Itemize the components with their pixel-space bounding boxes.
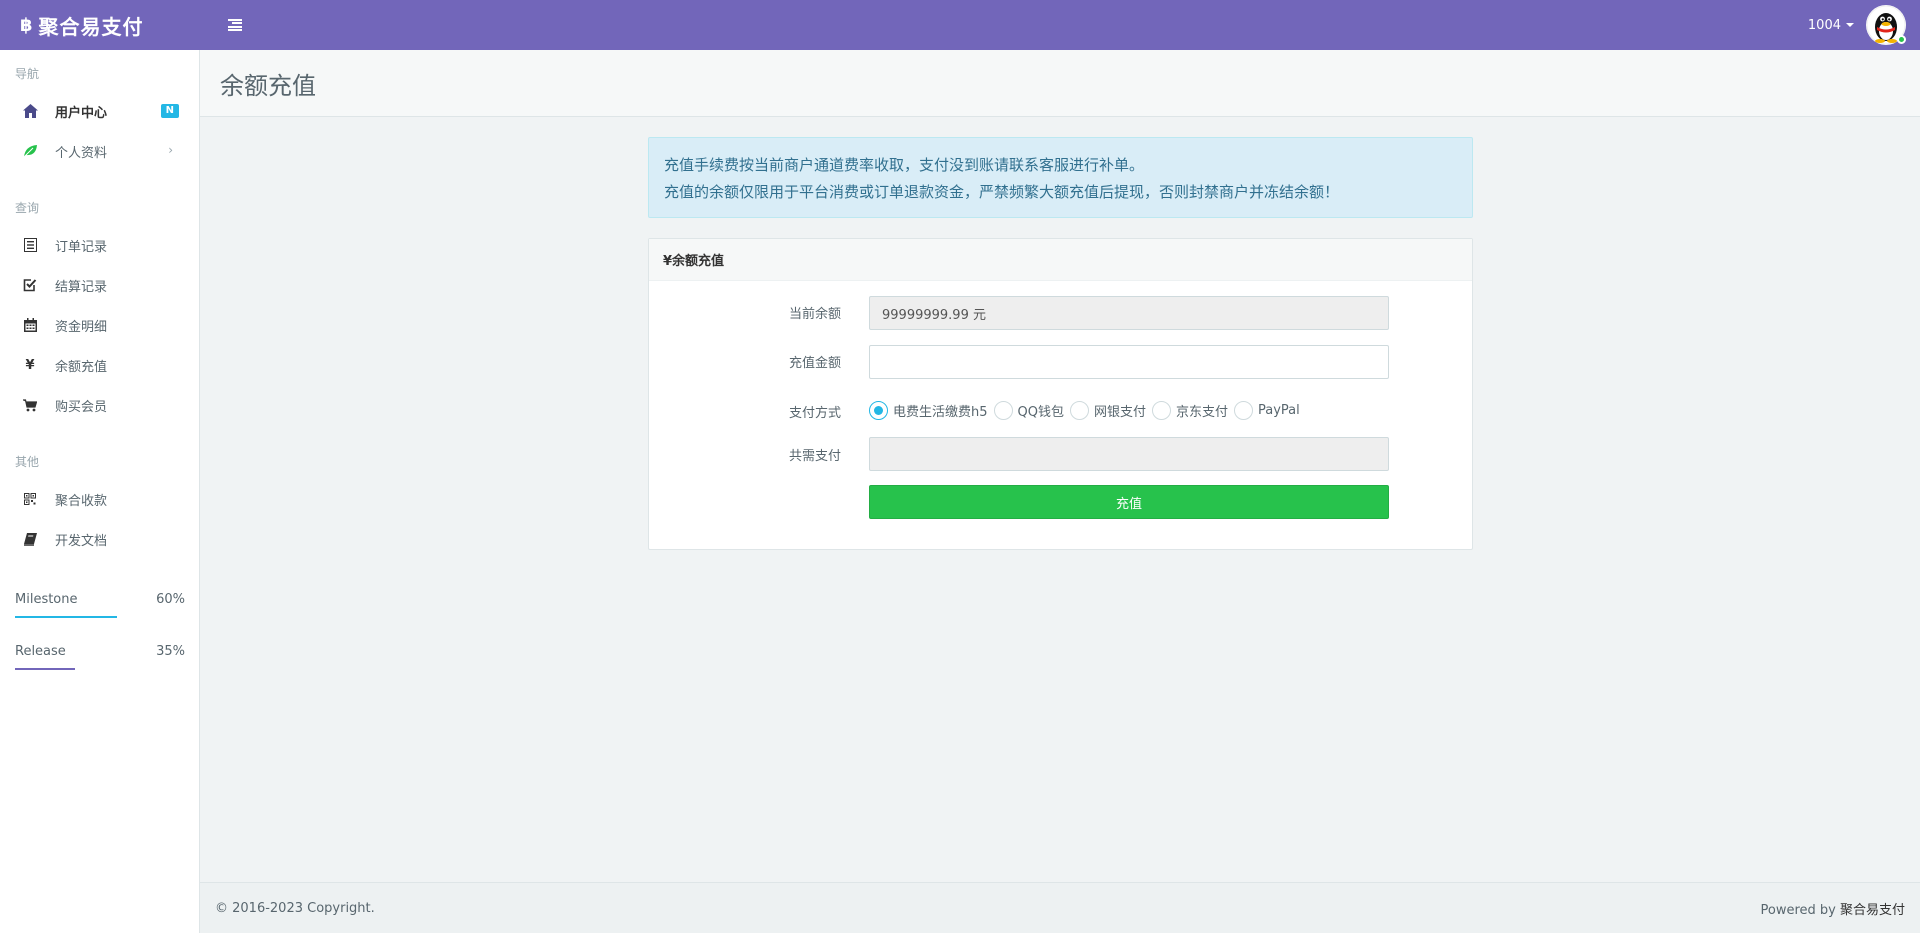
sidebar-item-user-center[interactable]: 用户中心 N	[0, 91, 199, 131]
sidebar: 导航 用户中心 N 个人资料 › 查询 订单记录 结算记录 资金明细 ¥ 余额充…	[0, 50, 200, 933]
pay-method-option[interactable]: QQ钱包	[993, 401, 1064, 420]
radio-circle	[1152, 401, 1171, 420]
home-icon	[22, 103, 38, 119]
powered-by-link[interactable]: 聚合易支付	[1840, 903, 1905, 918]
radio-circle	[869, 401, 888, 420]
menu-indent-icon[interactable]	[228, 17, 246, 33]
sidebar-item-profile[interactable]: 个人资料 ›	[0, 131, 199, 171]
progress-label: Milestone	[15, 592, 78, 607]
sidebar-item-label: 资金明细	[55, 319, 108, 335]
sidebar-item-settlements[interactable]: 结算记录	[0, 265, 199, 305]
yen-icon: ¥	[25, 357, 35, 373]
sidebar-item-dev-docs[interactable]: 开发文档	[0, 519, 199, 559]
nav-heading-query: 查询	[15, 201, 40, 215]
radio-circle	[1234, 401, 1254, 420]
user-menu: 1004	[1808, 5, 1906, 45]
progress-label: Release	[15, 644, 66, 659]
copyright-text: © 2016-2023 Copyright.	[215, 900, 375, 916]
sidebar-item-aggregate-receive[interactable]: 聚合收款	[0, 479, 199, 519]
panel-heading: ¥余额充值	[649, 239, 1472, 281]
check-square-icon	[22, 277, 38, 293]
powered-by-text: Powered by	[1760, 902, 1836, 918]
total-pay-field	[869, 437, 1389, 471]
qrcode-icon	[22, 491, 38, 507]
pay-method-text: 京东支付	[1176, 405, 1229, 420]
radio-circle	[1069, 401, 1089, 420]
sidebar-item-label: 个人资料	[55, 145, 108, 161]
book-icon	[22, 531, 38, 547]
current-balance-field	[869, 296, 1389, 330]
brand-name: 聚合易支付	[38, 14, 144, 39]
footer: © 2016-2023 Copyright. Powered by 聚合易支付	[200, 882, 1920, 933]
sidebar-item-recharge[interactable]: ¥ 余额充值	[0, 345, 199, 385]
pay-method-option[interactable]: 网银支付	[1069, 401, 1146, 420]
powered-by: Powered by 聚合易支付	[1760, 899, 1905, 918]
recharge-submit-button[interactable]: 充值	[869, 485, 1389, 519]
info-alert: 充值手续费按当前商户通道费率收取，支付没到账请联系客服进行补单。 充值的余额仅限…	[648, 137, 1473, 218]
pay-method-label: 支付方式	[788, 406, 841, 421]
nav-heading-navigation: 导航	[15, 67, 40, 81]
new-badge: N	[160, 104, 179, 118]
bitcoin-icon: ฿	[20, 14, 33, 36]
recharge-panel: ¥余额充值 当前余额 充值金额 支付方式 电费生活缴费h5 QQ钱包 网银支付 …	[648, 238, 1473, 550]
recharge-amount-input[interactable]	[869, 345, 1389, 379]
amount-label: 充值金额	[788, 356, 841, 371]
sidebar-item-label: 购买会员	[55, 399, 108, 415]
sidebar-item-label: 余额充值	[55, 359, 108, 375]
list-icon	[22, 237, 38, 253]
release-progress: Release 35%	[15, 644, 185, 670]
pay-method-text: 网银支付	[1093, 405, 1146, 420]
leaf-icon	[22, 143, 38, 159]
online-status-dot	[1897, 35, 1906, 44]
pay-method-text: 电费生活缴费h5	[893, 405, 988, 420]
sidebar-item-funds[interactable]: 资金明细	[0, 305, 199, 345]
page-header: 余额充值	[200, 50, 1920, 117]
pay-method-group: 电费生活缴费h5 QQ钱包 网银支付 京东支付 PayPal	[869, 401, 1306, 420]
milestone-progress-bar	[15, 616, 117, 618]
pay-method-option[interactable]: 电费生活缴费h5	[869, 401, 988, 420]
user-dropdown[interactable]: 1004	[1808, 18, 1854, 33]
sidebar-item-orders[interactable]: 订单记录	[0, 225, 199, 265]
brand[interactable]: ฿ 聚合易支付	[0, 0, 200, 50]
pay-method-option[interactable]: PayPal	[1234, 401, 1300, 420]
calendar-icon	[22, 317, 38, 333]
caret-down-icon	[1846, 23, 1854, 27]
sidebar-item-label: 结算记录	[55, 279, 108, 295]
radio-circle	[993, 401, 1013, 420]
top-header: ฿ 聚合易支付 1004	[0, 0, 1920, 50]
sidebar-item-label: 开发文档	[55, 533, 108, 549]
sidebar-item-label: 聚合收款	[55, 493, 108, 509]
alert-line-2: 充值的余额仅限用于平台消费或订单退款资金，严禁频繁大额充值后提现，否则封禁商户并…	[664, 183, 1340, 201]
sidebar-item-label: 订单记录	[55, 239, 108, 255]
pay-method-option[interactable]: 京东支付	[1152, 401, 1228, 420]
progress-value: 35%	[156, 644, 185, 659]
chevron-right-icon: ›	[168, 143, 173, 157]
release-progress-bar	[15, 668, 75, 670]
sidebar-item-membership[interactable]: 购买会员	[0, 385, 199, 425]
sidebar-item-label: 用户中心	[55, 105, 108, 121]
avatar[interactable]	[1866, 5, 1906, 45]
page-title: 余额充值	[220, 72, 316, 100]
milestone-progress: Milestone 60%	[15, 592, 185, 618]
balance-label: 当前余额	[788, 307, 841, 322]
total-label: 共需支付	[788, 449, 841, 464]
alert-line-1: 充值手续费按当前商户通道费率收取，支付没到账请联系客服进行补单。	[664, 156, 1145, 174]
nav-heading-other: 其他	[15, 455, 40, 469]
cart-icon	[22, 397, 38, 413]
progress-value: 60%	[156, 592, 185, 607]
pay-method-text: QQ钱包	[1017, 405, 1064, 420]
pay-method-text: PayPal	[1258, 403, 1300, 418]
user-id: 1004	[1807, 17, 1841, 33]
